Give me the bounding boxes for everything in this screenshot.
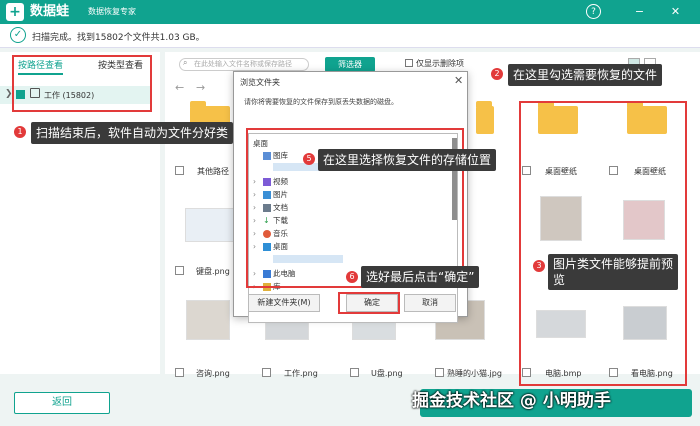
back-arrow-icon[interactable]: ← <box>175 81 184 94</box>
annotation-callout-3-line2: 览 <box>553 273 566 287</box>
check-circle-icon: ✓ <box>10 27 26 43</box>
file-name: 咨询.png <box>196 369 230 378</box>
minimize-icon[interactable]: − <box>632 4 647 19</box>
dialog-close-icon[interactable]: ✕ <box>454 74 463 87</box>
annotation-box-sidebar <box>12 55 152 112</box>
file-name: 熟睡的小猫.jpg <box>447 369 502 378</box>
forward-arrow-icon[interactable]: → <box>196 81 205 94</box>
dialog-title: 浏览文件夹 <box>240 78 280 87</box>
only-deleted-label: 仅显示删除项 <box>416 59 464 68</box>
file-checkbox[interactable] <box>175 266 184 275</box>
annotation-callout-2: 在这里勾选需要恢复的文件 <box>508 64 663 86</box>
annotation-badge-5: 5 <box>303 153 315 165</box>
file-checkbox[interactable] <box>175 166 184 175</box>
watermark: 掘金技术社区 @ 小明助手 <box>412 391 611 411</box>
new-folder-button[interactable]: 新建文件夹(M) <box>248 294 320 312</box>
app-name: 数据蛙 <box>30 4 70 19</box>
search-icon: ⌕ <box>183 58 188 67</box>
folder-icon[interactable] <box>476 101 494 134</box>
scan-status-bar: ✓ 扫描完成。找到15802个文件共1.03 GB。 <box>0 24 700 48</box>
annotation-callout-3: 图片类文件能够提前预览 <box>548 254 679 290</box>
consult-thumbnail[interactable] <box>186 300 230 340</box>
annotation-callout-1: 扫描结束后，软件自动为文件分好类 <box>31 122 234 144</box>
file-name: 键盘.png <box>196 267 230 276</box>
cancel-button[interactable]: 取消 <box>404 294 456 312</box>
annotation-badge-1: 1 <box>14 126 26 138</box>
annotation-box-files <box>519 101 687 386</box>
title-bar: + 数据蛙 数据恢复专家 ? − ✕ <box>0 0 700 24</box>
file-name: U盘.png <box>371 369 403 378</box>
annotation-box-ok <box>338 292 400 314</box>
only-deleted-toggle[interactable]: 仅显示删除项 <box>405 58 464 70</box>
keyboard-thumbnail[interactable] <box>185 208 237 242</box>
app-subtitle: 数据恢复专家 <box>88 7 136 16</box>
annotation-callout-6: 选好最后点击“确定” <box>361 266 480 288</box>
file-checkbox[interactable] <box>262 368 271 377</box>
close-icon[interactable]: ✕ <box>668 4 683 19</box>
file-name: 其他路径 <box>197 167 229 176</box>
dialog-description: 请你将需要恢复的文件保存到原丢失数据的磁盘。 <box>244 98 398 106</box>
help-icon[interactable]: ? <box>586 4 601 19</box>
file-name: 工作.png <box>284 369 318 378</box>
file-checkbox[interactable] <box>350 368 359 377</box>
back-button[interactable]: 返回 <box>14 392 110 414</box>
only-deleted-checkbox[interactable] <box>405 59 413 67</box>
file-checkbox[interactable] <box>175 368 184 377</box>
annotation-badge-2: 2 <box>491 68 503 80</box>
search-input[interactable]: 在此处输入文件名称或保存路径 <box>179 58 309 71</box>
app-logo-icon: + <box>6 3 24 21</box>
filter-button[interactable]: 筛选器 <box>325 57 375 72</box>
annotation-badge-6: 6 <box>346 271 358 283</box>
annotation-callout-3-line1: 图片类文件能够提前预 <box>553 257 674 271</box>
annotation-callout-5: 在这里选择恢复文件的存储位置 <box>318 149 497 171</box>
file-checkbox[interactable] <box>435 368 444 377</box>
scan-status-text: 扫描完成。找到15802个文件共1.03 GB。 <box>32 33 205 43</box>
annotation-badge-3: 3 <box>533 260 545 272</box>
